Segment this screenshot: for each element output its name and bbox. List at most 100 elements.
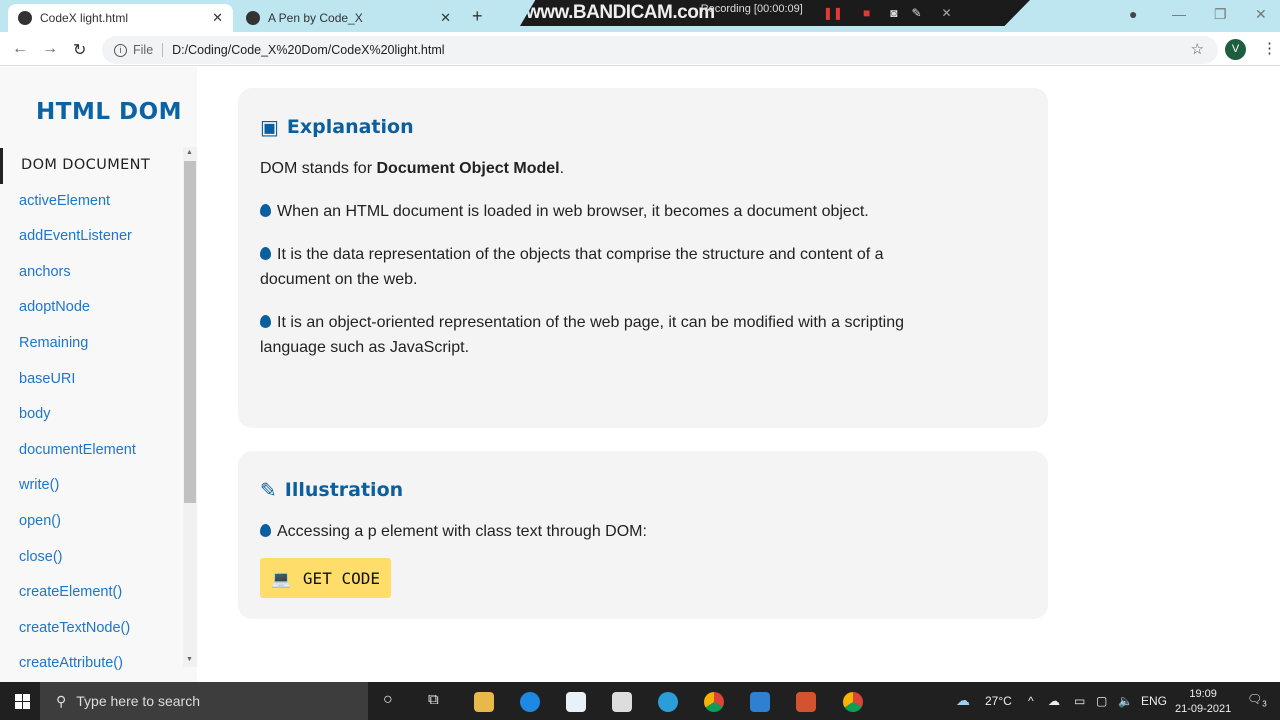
info-icon[interactable]: i [114, 43, 127, 57]
stop-icon[interactable]: ■ [863, 6, 870, 20]
chrome-profile-icon[interactable] [843, 692, 863, 712]
scroll-down-icon[interactable]: ▼ [186, 656, 193, 663]
point: When an HTML document is loaded in web b… [260, 199, 910, 224]
edit-icon: ✎ [260, 478, 277, 502]
presentation-icon: ▣ [260, 115, 279, 139]
point: It is the data representation of the obj… [260, 242, 910, 292]
scrollbar-thumb[interactable] [184, 161, 196, 503]
get-code-button[interactable]: 💻 GET CODE [260, 558, 391, 598]
powerpoint-icon[interactable] [796, 692, 816, 712]
recorder-overlay: www.BANDICAM.com Recording [00:00:09] ❚❚… [520, 0, 1030, 26]
edge-icon[interactable] [520, 692, 540, 712]
sidebar-item[interactable]: anchors [0, 255, 183, 291]
scroll-up-icon[interactable]: ▲ [186, 149, 193, 156]
close-tab-icon[interactable]: ✕ [212, 10, 223, 26]
notification-count: 3 [1262, 699, 1267, 709]
weather-temp[interactable]: 27°C [985, 694, 1012, 708]
point-text: When an HTML document is loaded in web b… [277, 203, 869, 220]
bookmark-star-icon[interactable]: ☆ [1191, 40, 1204, 58]
url-field[interactable]: i File D:/Coding/Code_X%20Dom/CodeX%20li… [102, 36, 1218, 64]
intro-bold: Document Object Model [376, 160, 560, 177]
sidebar-item[interactable]: createTextNode() [0, 611, 183, 647]
sidebar-item[interactable]: documentElement [0, 433, 183, 469]
illustration-card: ✎ Illustration Accessing a p element with… [238, 451, 1048, 619]
close-tab-icon[interactable]: ✕ [440, 10, 451, 26]
sidebar-item[interactable]: write() [0, 468, 183, 504]
camera-icon[interactable]: ◙ [890, 6, 897, 20]
point: It is an object-oriented representation … [260, 310, 910, 360]
restore-icon[interactable]: ❐ [1214, 6, 1227, 23]
taskbar: ⚲ Type here to search ○ ⧉ ☁ 27°C ^ ☁ ▭ ▢ … [0, 682, 1280, 720]
sidebar-item[interactable]: DOM DOCUMENT [0, 148, 183, 184]
reload-icon[interactable]: ↻ [73, 40, 86, 60]
app-icon[interactable] [566, 692, 586, 712]
sidebar-item[interactable]: activeElement [0, 184, 183, 220]
search-icon: ⚲ [56, 692, 67, 709]
windows-start-icon[interactable] [15, 694, 30, 709]
notifications-icon[interactable]: 🗨3 [1247, 692, 1267, 708]
button-label: GET CODE [302, 568, 380, 588]
sidebar-item[interactable]: Remaining [0, 326, 183, 362]
cortana-icon[interactable]: ○ [383, 691, 393, 709]
url-scheme: File [133, 43, 164, 57]
intro-suffix: . [559, 160, 565, 177]
url-text[interactable]: D:/Coding/Code_X%20Dom/CodeX%20light.htm… [172, 43, 444, 57]
sidebar-item[interactable]: createAttribute() [0, 646, 183, 682]
search-placeholder: Type here to search [76, 693, 201, 709]
chrome-icon[interactable] [704, 692, 724, 712]
telegram-icon[interactable] [658, 692, 678, 712]
sidebar-item[interactable]: open() [0, 504, 183, 540]
file-explorer-icon[interactable] [474, 692, 494, 712]
point-text: It is an object-oriented representation … [260, 314, 905, 356]
tab-pen[interactable]: A Pen by Code_X ✕ [236, 4, 461, 32]
drop-icon [260, 524, 271, 537]
minimize-icon[interactable]: — [1172, 6, 1186, 22]
volume-icon[interactable]: 🔈 [1118, 694, 1133, 708]
sidebar-item[interactable]: adoptNode [0, 290, 183, 326]
globe-icon [18, 11, 32, 25]
heading-text: Illustration [284, 479, 404, 501]
tab-title: CodeX light.html [40, 11, 129, 25]
sidebar-list: DOM DOCUMENT activeElement addEventListene… [0, 148, 183, 682]
illustration-text: Accessing a p element with class text th… [260, 519, 910, 544]
illustration-heading: ✎ Illustration [260, 475, 1026, 505]
menu-icon[interactable]: ⋮ [1262, 39, 1277, 57]
drop-icon [260, 204, 271, 217]
time: 19:09 [1189, 688, 1217, 700]
sidebar-item[interactable]: body [0, 397, 183, 433]
sidebar-item[interactable]: close() [0, 540, 183, 576]
profile-avatar[interactable]: V [1225, 39, 1246, 60]
sidebar-title: HTML DOM [36, 99, 183, 125]
window-close-icon[interactable]: ✕ [1255, 6, 1267, 23]
new-tab-button[interactable]: + [472, 6, 483, 27]
point-text: It is the data representation of the obj… [260, 246, 884, 288]
pencil-icon[interactable]: ✎ [911, 6, 921, 20]
close-icon[interactable]: ✕ [942, 6, 952, 20]
onedrive-icon[interactable]: ☁ [1048, 694, 1060, 708]
forward-icon[interactable]: → [42, 40, 58, 58]
sidebar-item[interactable]: baseURI [0, 362, 183, 398]
task-view-icon[interactable]: ⧉ [428, 691, 439, 708]
tab-codex-light[interactable]: CodeX light.html ✕ [8, 4, 233, 32]
language-indicator[interactable]: ENG [1141, 694, 1167, 708]
date: 21-09-2021 [1175, 703, 1232, 715]
heading-text: Explanation [286, 116, 414, 138]
intro-prefix: DOM stands for [260, 160, 377, 177]
codepen-icon [246, 11, 260, 25]
back-icon[interactable]: ← [12, 40, 28, 58]
sidebar-item[interactable]: addEventListener [0, 219, 183, 255]
explanation-card: ▣ Explanation DOM stands for Document Obj… [238, 88, 1048, 428]
profile-menu-icon[interactable]: ● [1129, 6, 1137, 22]
vscode-icon[interactable] [750, 692, 770, 712]
tab-title: A Pen by Code_X [268, 11, 363, 25]
sidebar-scrollbar[interactable]: ▲ ▼ [183, 147, 197, 667]
store-icon[interactable] [612, 692, 632, 712]
taskbar-search[interactable]: ⚲ Type here to search [40, 682, 368, 720]
clock[interactable]: 19:09 21-09-2021 [1175, 687, 1231, 717]
sidebar-item[interactable]: createElement() [0, 575, 183, 611]
network-icon[interactable]: ▢ [1096, 694, 1107, 708]
pause-icon[interactable]: ❚❚ [823, 6, 843, 20]
weather-icon[interactable]: ☁ [956, 692, 970, 709]
battery-icon[interactable]: ▭ [1074, 694, 1085, 708]
tray-chevron-icon[interactable]: ^ [1028, 694, 1034, 708]
